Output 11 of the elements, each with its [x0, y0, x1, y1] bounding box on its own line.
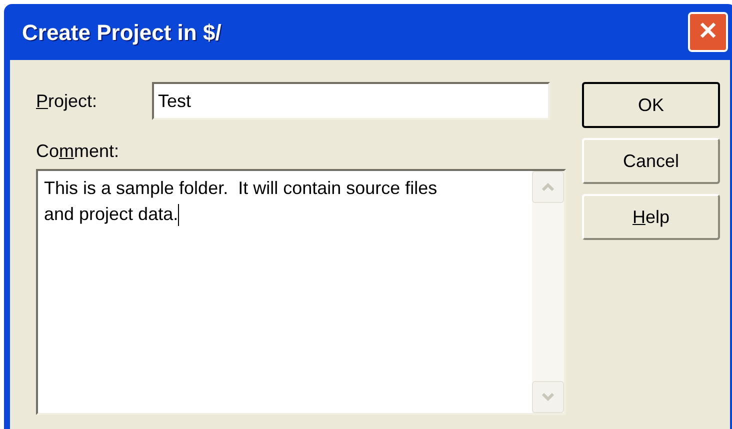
scroll-down-icon[interactable]: [532, 381, 564, 413]
dialog-button[interactable]: Cancel: [582, 138, 720, 184]
scrollbar[interactable]: [532, 171, 564, 413]
project-field[interactable]: Test: [152, 82, 550, 120]
close-button[interactable]: ✕: [688, 12, 728, 52]
scroll-up-icon[interactable]: [532, 171, 564, 203]
comment-label: Comment:: [36, 140, 120, 163]
dialog-button[interactable]: Help: [582, 194, 720, 240]
dialog-button[interactable]: OK: [582, 82, 720, 128]
project-label: Project:: [36, 90, 98, 113]
window-title: Create Project in $/: [22, 18, 222, 47]
